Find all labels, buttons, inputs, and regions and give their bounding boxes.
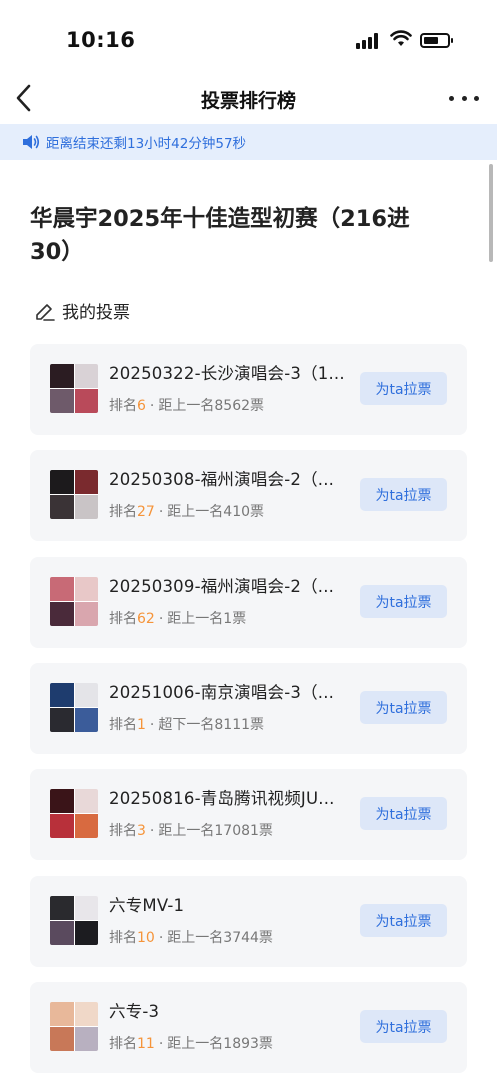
rank-number: 6 [137, 398, 146, 414]
entry-rank-info: 排名10 · 距上一名3744票 [109, 927, 273, 947]
rank-number: 11 [137, 1036, 155, 1052]
wifi-icon [390, 30, 412, 46]
entry-thumbnail [50, 789, 98, 838]
entry-rank-info: 排名11 · 距上一名1893票 [109, 1033, 273, 1053]
battery-icon [420, 33, 453, 48]
vote-gap: 距上一名1893票 [167, 1036, 273, 1052]
separator-dot: · [158, 1036, 164, 1052]
entry-rank-info: 排名1 · 超下一名8111票 [109, 714, 264, 734]
separator-dot: · [158, 611, 164, 627]
rank-label: 排名 [109, 1036, 137, 1052]
rank-label: 排名 [109, 930, 137, 946]
canvass-vote-button[interactable]: 为ta拉票 [360, 904, 447, 937]
vote-entry-card[interactable]: 六专MV-1 排名10 · 距上一名3744票 为ta拉票 [30, 876, 467, 967]
entry-title: 20250309-福州演唱会-2（... [109, 577, 335, 596]
rank-number: 1 [137, 717, 146, 733]
countdown-text: 距离结束还剩13小时42分钟57秒 [46, 136, 247, 152]
entry-title: 20250322-长沙演唱会-3（1... [109, 364, 345, 383]
canvass-vote-button[interactable]: 为ta拉票 [360, 478, 447, 511]
separator-dot: · [149, 823, 155, 839]
separator-dot: · [149, 717, 155, 733]
rank-label: 排名 [109, 504, 137, 520]
canvass-vote-button[interactable]: 为ta拉票 [360, 797, 447, 830]
vote-entry-card[interactable]: 20250309-福州演唱会-2（... 排名62 · 距上一名1票 为ta拉票 [30, 557, 467, 648]
rank-number: 27 [137, 504, 155, 520]
entry-title: 20251006-南京演唱会-3（... [109, 683, 335, 702]
vote-entry-card[interactable]: 20250322-长沙演唱会-3（1... 排名6 · 距上一名8562票 为ta拉票 [30, 344, 467, 435]
vote-gap: 距上一名410票 [167, 504, 265, 520]
entry-thumbnail [50, 896, 98, 945]
page-title: 投票排行榜 [200, 90, 296, 112]
vote-gap: 超下一名8111票 [158, 717, 265, 733]
vote-gap: 距上一名3744票 [167, 930, 273, 946]
edit-pen-icon [36, 303, 55, 321]
section-label: 我的投票 [62, 303, 130, 323]
entry-title: 20250308-福州演唱会-2（... [109, 470, 335, 489]
separator-dot: · [149, 398, 155, 414]
scrollbar[interactable] [489, 164, 493, 262]
rank-number: 10 [137, 930, 155, 946]
vote-gap: 距上一名1票 [167, 611, 247, 627]
vote-gap: 距上一名8562票 [158, 398, 265, 414]
entry-rank-info: 排名62 · 距上一名1票 [109, 608, 246, 628]
entry-rank-info: 排名3 · 距上一名17081票 [109, 820, 273, 840]
vote-gap: 距上一名17081票 [158, 823, 273, 839]
vote-entry-card[interactable]: 六专-3 排名11 · 距上一名1893票 为ta拉票 [30, 982, 467, 1073]
rank-label: 排名 [109, 398, 137, 414]
rank-number: 3 [137, 823, 146, 839]
canvass-vote-button[interactable]: 为ta拉票 [360, 1010, 447, 1043]
entry-rank-info: 排名6 · 距上一名8562票 [109, 395, 264, 415]
canvass-vote-button[interactable]: 为ta拉票 [360, 585, 447, 618]
entry-thumbnail [50, 683, 98, 732]
entry-title: 20250816-青岛腾讯视频JU... [109, 789, 335, 808]
contest-title: 华晨宇2025年十佳造型初赛（216进30） [30, 206, 410, 265]
rank-label: 排名 [109, 611, 137, 627]
entry-thumbnail [50, 470, 98, 519]
status-time: 10:16 [66, 28, 136, 52]
rank-number: 62 [137, 611, 155, 627]
countdown-banner: 距离结束还剩13小时42分钟57秒 [0, 124, 497, 160]
canvass-vote-button[interactable]: 为ta拉票 [360, 372, 447, 405]
rank-label: 排名 [109, 717, 137, 733]
entry-thumbnail [50, 1002, 98, 1051]
cellular-signal-icon [356, 33, 380, 49]
status-bar: 10:16 [0, 0, 497, 80]
entry-thumbnail [50, 364, 98, 413]
canvass-vote-button[interactable]: 为ta拉票 [360, 691, 447, 724]
entry-title: 六专MV-1 [109, 896, 185, 915]
entry-title: 六专-3 [109, 1002, 160, 1021]
vote-entry-card[interactable]: 20250816-青岛腾讯视频JU... 排名3 · 距上一名17081票 为ta拉票 [30, 769, 467, 860]
entry-rank-info: 排名27 · 距上一名410票 [109, 501, 264, 521]
speaker-icon [23, 135, 40, 149]
nav-bar: 投票排行榜 [0, 76, 497, 122]
rank-label: 排名 [109, 823, 137, 839]
separator-dot: · [158, 930, 164, 946]
vote-entry-card[interactable]: 20250308-福州演唱会-2（... 排名27 · 距上一名410票 为ta拉票 [30, 450, 467, 541]
entry-thumbnail [50, 577, 98, 626]
separator-dot: · [158, 504, 164, 520]
vote-entry-card[interactable]: 20251006-南京演唱会-3（... 排名1 · 超下一名8111票 为ta拉票 [30, 663, 467, 754]
my-votes-header: 我的投票 [34, 298, 130, 323]
more-menu-icon[interactable] [449, 88, 479, 108]
